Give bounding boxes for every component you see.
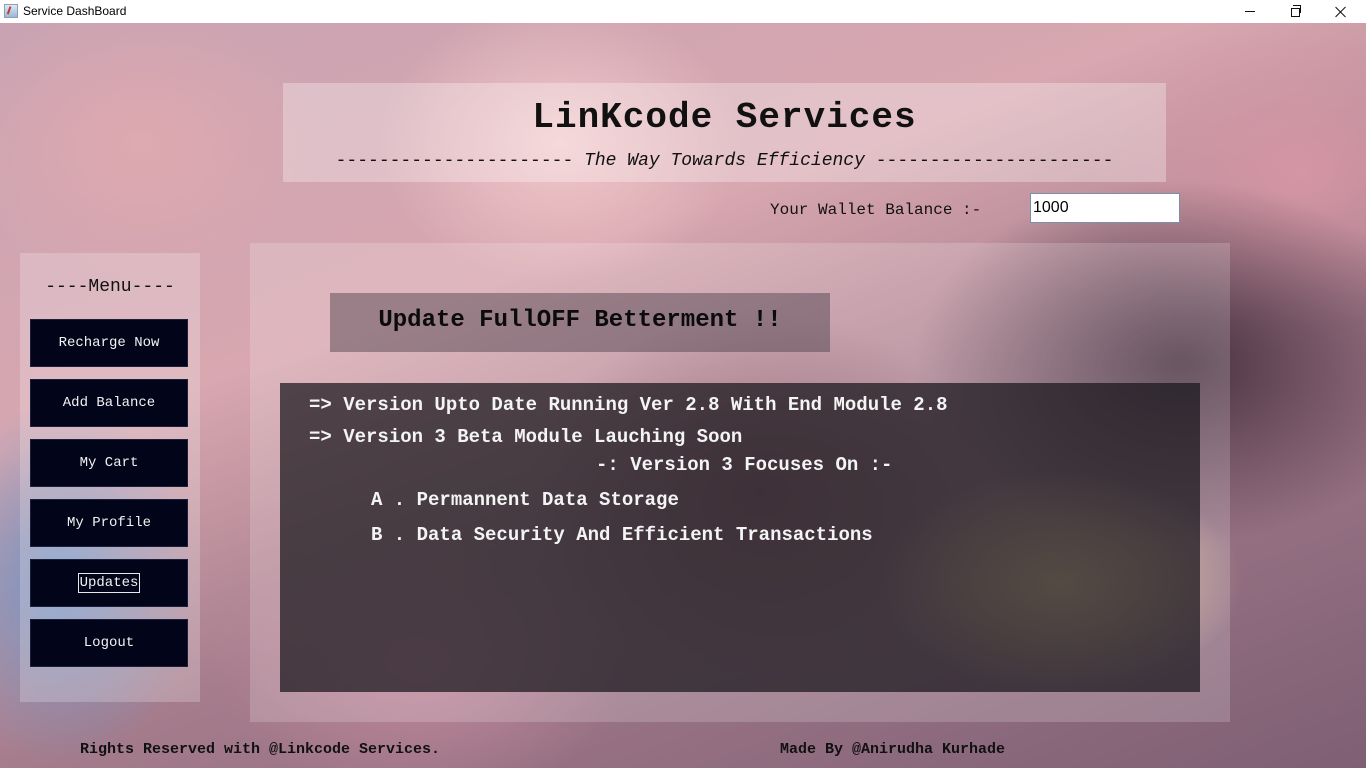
tagline: ---------------------- The Way Towards E… [283,151,1166,171]
close-button[interactable] [1318,0,1364,23]
note-focus-item-b: B . Data Security And Efficient Transact… [371,524,873,546]
java-app-icon [4,4,18,18]
sidebar-menu: ----Menu---- Recharge Now Add Balance My… [20,253,200,702]
my-cart-button[interactable]: My Cart [30,439,188,487]
my-cart-label: My Cart [79,455,139,471]
logout-label: Logout [83,635,135,651]
footer-rights-text: Rights Reserved with @Linkcode Services. [80,741,441,758]
minimize-icon [1245,11,1255,12]
window-title-bar: Service DashBoard [0,0,1366,24]
updates-button[interactable]: Updates [30,559,188,607]
tagline-text: The Way Towards Efficiency [584,151,865,171]
menu-title: ----Menu---- [45,277,175,297]
my-profile-label: My Profile [66,515,151,531]
minimize-button[interactable] [1227,0,1273,23]
note-beta-launch: => Version 3 Beta Module Lauching Soon [309,426,743,448]
update-notes-panel: => Version Upto Date Running Ver 2.8 Wit… [280,383,1200,692]
header-panel: LinKcode Services ----------------------… [283,83,1166,182]
wallet-balance-label: Your Wallet Balance :- [770,201,982,219]
restore-icon [1290,5,1301,17]
update-banner: Update FullOFF Betterment !! [330,293,830,352]
note-current-version: => Version Upto Date Running Ver 2.8 Wit… [309,394,948,416]
add-balance-button[interactable]: Add Balance [30,379,188,427]
app-title: LinKcode Services [532,97,917,138]
my-profile-button[interactable]: My Profile [30,499,188,547]
note-focus-item-a: A . Permannent Data Storage [371,489,679,511]
note-focus-heading: -: Version 3 Focuses On :- [596,454,893,476]
add-balance-label: Add Balance [62,395,156,411]
footer-author-text: Made By @Anirudha Kurhade [780,741,1006,758]
recharge-now-label: Recharge Now [58,335,160,351]
close-icon [1335,6,1347,18]
updates-label: Updates [77,573,141,593]
wallet-balance-field[interactable] [1030,193,1180,223]
tagline-dashes-left: ---------------------- [335,151,574,171]
window-title: Service DashBoard [23,4,127,18]
update-banner-text: Update FullOFF Betterment !! [378,307,782,334]
logout-button[interactable]: Logout [30,619,188,667]
tagline-dashes-right: ---------------------- [875,151,1114,171]
maximize-button[interactable] [1272,0,1318,23]
recharge-now-button[interactable]: Recharge Now [30,319,188,367]
